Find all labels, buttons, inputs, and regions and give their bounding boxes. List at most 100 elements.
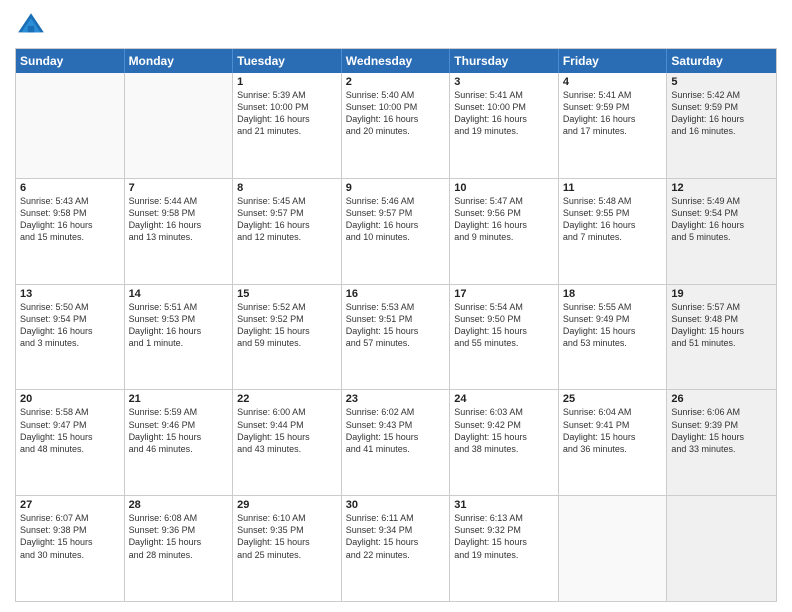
calendar-cell: 24Sunrise: 6:03 AM Sunset: 9:42 PM Dayli…	[450, 390, 559, 495]
calendar-cell: 14Sunrise: 5:51 AM Sunset: 9:53 PM Dayli…	[125, 285, 234, 390]
day-number: 21	[129, 393, 229, 405]
day-number: 12	[671, 182, 772, 194]
day-info: Sunrise: 5:48 AM Sunset: 9:55 PM Dayligh…	[563, 195, 663, 244]
calendar-cell: 18Sunrise: 5:55 AM Sunset: 9:49 PM Dayli…	[559, 285, 668, 390]
calendar-cell: 7Sunrise: 5:44 AM Sunset: 9:58 PM Daylig…	[125, 179, 234, 284]
calendar-row-1: 1Sunrise: 5:39 AM Sunset: 10:00 PM Dayli…	[16, 73, 776, 178]
calendar-cell: 30Sunrise: 6:11 AM Sunset: 9:34 PM Dayli…	[342, 496, 451, 601]
day-info: Sunrise: 5:44 AM Sunset: 9:58 PM Dayligh…	[129, 195, 229, 244]
day-info: Sunrise: 5:41 AM Sunset: 9:59 PM Dayligh…	[563, 89, 663, 138]
calendar-row-5: 27Sunrise: 6:07 AM Sunset: 9:38 PM Dayli…	[16, 495, 776, 601]
calendar-cell	[667, 496, 776, 601]
calendar-cell: 4Sunrise: 5:41 AM Sunset: 9:59 PM Daylig…	[559, 73, 668, 178]
day-info: Sunrise: 6:03 AM Sunset: 9:42 PM Dayligh…	[454, 406, 554, 455]
calendar-cell: 22Sunrise: 6:00 AM Sunset: 9:44 PM Dayli…	[233, 390, 342, 495]
day-info: Sunrise: 5:43 AM Sunset: 9:58 PM Dayligh…	[20, 195, 120, 244]
day-number: 3	[454, 76, 554, 88]
day-number: 15	[237, 288, 337, 300]
weekday-header-sunday: Sunday	[16, 49, 125, 73]
day-number: 25	[563, 393, 663, 405]
day-info: Sunrise: 6:06 AM Sunset: 9:39 PM Dayligh…	[671, 406, 772, 455]
calendar-header: SundayMondayTuesdayWednesdayThursdayFrid…	[16, 49, 776, 73]
calendar-cell: 29Sunrise: 6:10 AM Sunset: 9:35 PM Dayli…	[233, 496, 342, 601]
day-info: Sunrise: 6:13 AM Sunset: 9:32 PM Dayligh…	[454, 512, 554, 561]
day-number: 24	[454, 393, 554, 405]
day-info: Sunrise: 6:07 AM Sunset: 9:38 PM Dayligh…	[20, 512, 120, 561]
page-header	[15, 10, 777, 42]
day-info: Sunrise: 5:54 AM Sunset: 9:50 PM Dayligh…	[454, 301, 554, 350]
day-info: Sunrise: 6:08 AM Sunset: 9:36 PM Dayligh…	[129, 512, 229, 561]
day-number: 11	[563, 182, 663, 194]
day-info: Sunrise: 5:41 AM Sunset: 10:00 PM Daylig…	[454, 89, 554, 138]
calendar-cell	[559, 496, 668, 601]
day-info: Sunrise: 6:04 AM Sunset: 9:41 PM Dayligh…	[563, 406, 663, 455]
day-number: 16	[346, 288, 446, 300]
calendar-cell: 11Sunrise: 5:48 AM Sunset: 9:55 PM Dayli…	[559, 179, 668, 284]
day-info: Sunrise: 5:55 AM Sunset: 9:49 PM Dayligh…	[563, 301, 663, 350]
calendar-cell: 5Sunrise: 5:42 AM Sunset: 9:59 PM Daylig…	[667, 73, 776, 178]
calendar-cell: 3Sunrise: 5:41 AM Sunset: 10:00 PM Dayli…	[450, 73, 559, 178]
calendar-cell: 9Sunrise: 5:46 AM Sunset: 9:57 PM Daylig…	[342, 179, 451, 284]
day-info: Sunrise: 5:40 AM Sunset: 10:00 PM Daylig…	[346, 89, 446, 138]
calendar-cell	[16, 73, 125, 178]
day-number: 14	[129, 288, 229, 300]
weekday-header-thursday: Thursday	[450, 49, 559, 73]
calendar-cell: 19Sunrise: 5:57 AM Sunset: 9:48 PM Dayli…	[667, 285, 776, 390]
day-info: Sunrise: 5:53 AM Sunset: 9:51 PM Dayligh…	[346, 301, 446, 350]
day-info: Sunrise: 5:39 AM Sunset: 10:00 PM Daylig…	[237, 89, 337, 138]
day-info: Sunrise: 5:45 AM Sunset: 9:57 PM Dayligh…	[237, 195, 337, 244]
day-number: 18	[563, 288, 663, 300]
calendar-row-3: 13Sunrise: 5:50 AM Sunset: 9:54 PM Dayli…	[16, 284, 776, 390]
day-number: 29	[237, 499, 337, 511]
calendar-cell: 27Sunrise: 6:07 AM Sunset: 9:38 PM Dayli…	[16, 496, 125, 601]
weekday-header-wednesday: Wednesday	[342, 49, 451, 73]
day-info: Sunrise: 5:42 AM Sunset: 9:59 PM Dayligh…	[671, 89, 772, 138]
day-info: Sunrise: 6:10 AM Sunset: 9:35 PM Dayligh…	[237, 512, 337, 561]
day-info: Sunrise: 5:59 AM Sunset: 9:46 PM Dayligh…	[129, 406, 229, 455]
calendar-cell: 28Sunrise: 6:08 AM Sunset: 9:36 PM Dayli…	[125, 496, 234, 601]
day-number: 5	[671, 76, 772, 88]
weekday-header-saturday: Saturday	[667, 49, 776, 73]
calendar-cell: 12Sunrise: 5:49 AM Sunset: 9:54 PM Dayli…	[667, 179, 776, 284]
calendar-cell: 17Sunrise: 5:54 AM Sunset: 9:50 PM Dayli…	[450, 285, 559, 390]
calendar-cell: 6Sunrise: 5:43 AM Sunset: 9:58 PM Daylig…	[16, 179, 125, 284]
day-info: Sunrise: 5:50 AM Sunset: 9:54 PM Dayligh…	[20, 301, 120, 350]
day-number: 9	[346, 182, 446, 194]
day-number: 7	[129, 182, 229, 194]
calendar-cell: 13Sunrise: 5:50 AM Sunset: 9:54 PM Dayli…	[16, 285, 125, 390]
calendar-cell	[125, 73, 234, 178]
day-info: Sunrise: 5:47 AM Sunset: 9:56 PM Dayligh…	[454, 195, 554, 244]
calendar-cell: 21Sunrise: 5:59 AM Sunset: 9:46 PM Dayli…	[125, 390, 234, 495]
day-number: 27	[20, 499, 120, 511]
calendar-cell: 10Sunrise: 5:47 AM Sunset: 9:56 PM Dayli…	[450, 179, 559, 284]
calendar-cell: 2Sunrise: 5:40 AM Sunset: 10:00 PM Dayli…	[342, 73, 451, 178]
day-number: 28	[129, 499, 229, 511]
day-info: Sunrise: 6:02 AM Sunset: 9:43 PM Dayligh…	[346, 406, 446, 455]
calendar-cell: 31Sunrise: 6:13 AM Sunset: 9:32 PM Dayli…	[450, 496, 559, 601]
calendar-row-2: 6Sunrise: 5:43 AM Sunset: 9:58 PM Daylig…	[16, 178, 776, 284]
logo	[15, 10, 51, 42]
day-number: 2	[346, 76, 446, 88]
weekday-header-tuesday: Tuesday	[233, 49, 342, 73]
weekday-header-monday: Monday	[125, 49, 234, 73]
day-info: Sunrise: 5:51 AM Sunset: 9:53 PM Dayligh…	[129, 301, 229, 350]
day-number: 30	[346, 499, 446, 511]
calendar-cell: 15Sunrise: 5:52 AM Sunset: 9:52 PM Dayli…	[233, 285, 342, 390]
day-info: Sunrise: 5:49 AM Sunset: 9:54 PM Dayligh…	[671, 195, 772, 244]
day-number: 4	[563, 76, 663, 88]
day-number: 13	[20, 288, 120, 300]
calendar-cell: 23Sunrise: 6:02 AM Sunset: 9:43 PM Dayli…	[342, 390, 451, 495]
calendar-cell: 8Sunrise: 5:45 AM Sunset: 9:57 PM Daylig…	[233, 179, 342, 284]
day-info: Sunrise: 5:46 AM Sunset: 9:57 PM Dayligh…	[346, 195, 446, 244]
calendar-cell: 25Sunrise: 6:04 AM Sunset: 9:41 PM Dayli…	[559, 390, 668, 495]
weekday-header-friday: Friday	[559, 49, 668, 73]
day-number: 10	[454, 182, 554, 194]
day-number: 1	[237, 76, 337, 88]
calendar-row-4: 20Sunrise: 5:58 AM Sunset: 9:47 PM Dayli…	[16, 389, 776, 495]
day-number: 23	[346, 393, 446, 405]
day-info: Sunrise: 5:52 AM Sunset: 9:52 PM Dayligh…	[237, 301, 337, 350]
day-number: 26	[671, 393, 772, 405]
day-number: 8	[237, 182, 337, 194]
logo-icon	[15, 10, 47, 42]
calendar-cell: 20Sunrise: 5:58 AM Sunset: 9:47 PM Dayli…	[16, 390, 125, 495]
